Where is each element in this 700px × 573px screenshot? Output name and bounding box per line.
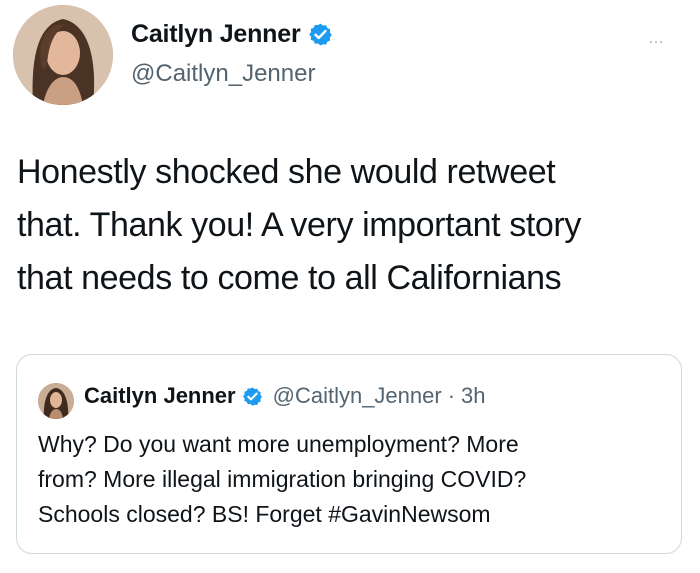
author-name-row: Caitlyn Jenner [131,20,333,49]
quoted-tweet[interactable]: Caitlyn Jenner @Caitlyn_Jenner · 3h Why?… [16,354,682,554]
more-options-icon[interactable]: … [648,31,665,47]
quoted-author-display-name[interactable]: Caitlyn Jenner [84,383,236,409]
verified-badge-icon [242,386,263,407]
quoted-avatar-image [38,383,74,419]
quoted-author-avatar[interactable] [38,383,74,419]
author-handle[interactable]: @Caitlyn_Jenner [131,60,315,88]
quoted-tweet-header: Caitlyn Jenner @Caitlyn_Jenner · 3h [84,383,486,409]
verified-badge-icon [308,22,333,47]
quoted-tweet-text: Why? Do you want more unemployment? More… [38,431,527,527]
quoted-tweet-timestamp[interactable]: 3h [461,383,485,409]
author-avatar[interactable] [13,5,113,105]
tweet-text: Honestly shocked she would retweet that.… [17,153,581,297]
author-display-name[interactable]: Caitlyn Jenner [131,20,301,49]
quoted-author-handle[interactable]: @Caitlyn_Jenner [273,383,442,409]
tweet-card: Caitlyn Jenner @Caitlyn_Jenner … Honestl… [0,0,700,573]
avatar-image [13,5,113,105]
separator-dot: · [447,383,456,408]
